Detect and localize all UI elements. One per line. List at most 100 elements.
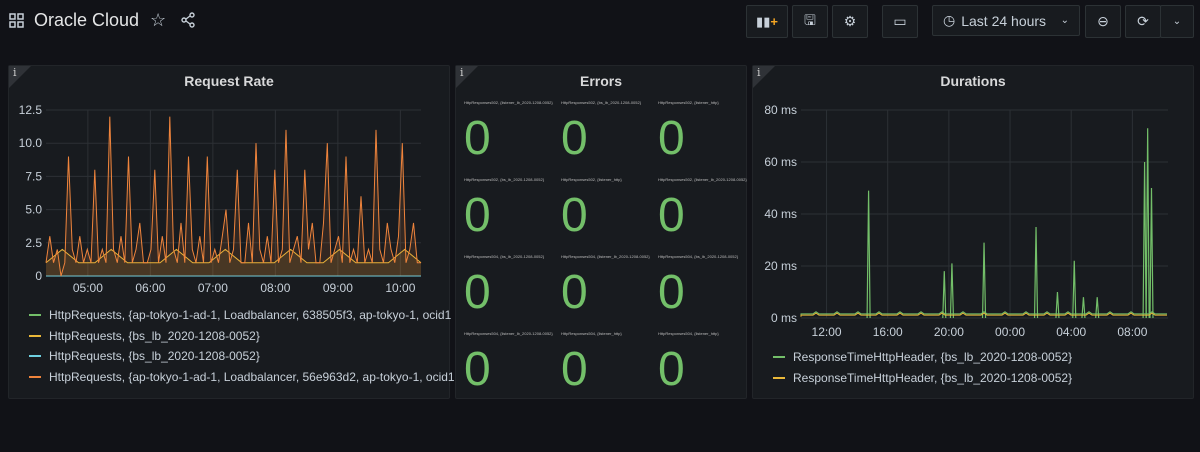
add-panel-icon: ▮▮+ xyxy=(756,13,778,29)
stat-8: HttpResponses504, {bs_lb_2020-1208-0052}… xyxy=(658,254,753,318)
refresh-interval-dropdown[interactable]: ⌄ xyxy=(1160,5,1194,38)
legend-label: ResponseTimeHttpHeader, {bs_lb_2020-1208… xyxy=(793,370,1073,385)
y-tick-label: 60 ms xyxy=(764,155,797,169)
panel-request-rate: i Request Rate 0 2.5 5.0 7.5 10.0 12.5 05:00 06… xyxy=(8,65,455,399)
tv-icon: ▭ xyxy=(893,13,907,29)
request-rate-chart: 0 2.5 5.0 7.5 10.0 12.5 05:00 06:00 07:00 08:00 09… xyxy=(19,103,422,295)
panel-title[interactable]: Durations xyxy=(753,73,1193,89)
stat-label: HttpResponses504, {listener_http} xyxy=(561,331,622,336)
legend-item[interactable]: ResponseTimeHttpHeader, {bs_lb_2020-1208… xyxy=(773,368,1072,389)
zoom-out-icon: ⊖ xyxy=(1097,13,1109,29)
legend: HttpRequests, {ap-tokyo-1-ad-1, Loadbala… xyxy=(29,305,455,387)
x-tick-label: 12:00 xyxy=(812,325,842,339)
stat-label: HttpResponses502, {listener_lb_2020-1208… xyxy=(658,177,747,182)
panel-title[interactable]: Request Rate xyxy=(9,73,449,89)
stat-3: HttpResponses502, {bs_lb_2020-1208-0052}… xyxy=(464,177,559,241)
x-tick-label: 10:00 xyxy=(385,281,415,295)
y-tick-label: 2.5 xyxy=(25,236,42,250)
stat-value: 0 xyxy=(561,189,588,242)
series-spike xyxy=(1033,226,1039,319)
stat-value: 0 xyxy=(464,189,491,242)
stat-value: 0 xyxy=(658,266,685,319)
legend-item[interactable]: HttpRequests, {bs_lb_2020-1208-0052} xyxy=(29,326,455,347)
stat-0: HttpResponses502, {listener_lb_2020-1208… xyxy=(464,100,559,164)
refresh-button[interactable]: ⟳ xyxy=(1125,5,1161,38)
stat-label: HttpResponses504, {bs_lb_2020-1208-0052} xyxy=(658,254,739,259)
stat-label: HttpResponses504, {listener_lb_2020-1208… xyxy=(561,254,650,259)
gear-icon: ⚙ xyxy=(843,13,857,29)
stat-4: HttpResponses502, {listener_http} 0 xyxy=(561,177,656,241)
stat-label: HttpResponses502, {bs_lb_2020-1208-0052} xyxy=(464,177,545,182)
stat-5: HttpResponses502, {listener_lb_2020-1208… xyxy=(658,177,753,241)
x-tick-label: 08:00 xyxy=(260,281,290,295)
y-tick-label: 40 ms xyxy=(764,207,797,221)
x-tick-label: 07:00 xyxy=(198,281,228,295)
legend-item[interactable]: HttpRequests, {ap-tokyo-1-ad-1, Loadbala… xyxy=(29,305,455,326)
stat-value: 0 xyxy=(658,343,685,396)
series-spike xyxy=(1145,128,1150,319)
stat-value: 0 xyxy=(561,343,588,396)
add-panel-button[interactable]: ▮▮+ xyxy=(746,5,788,38)
legend-label: HttpRequests, {ap-tokyo-1-ad-1, Loadbala… xyxy=(49,369,455,384)
y-tick-label: 20 ms xyxy=(764,259,797,273)
legend-item[interactable]: ResponseTimeHttpHeader, {bs_lb_2020-1208… xyxy=(773,347,1072,368)
stat-6: HttpResponses504, {bs_lb_2020-1208-0052}… xyxy=(464,254,559,318)
legend-label: HttpRequests, {bs_lb_2020-1208-0052} xyxy=(49,349,260,364)
chevron-down-icon: ⌄ xyxy=(1060,15,1069,26)
grid-icon[interactable] xyxy=(9,13,24,28)
stat-value: 0 xyxy=(658,189,685,242)
series-spike xyxy=(866,190,871,319)
panel-durations: i Durations 0 ms 20 ms 40 ms 60 ms 80 ms 12:0… xyxy=(752,65,1194,399)
stat-label: HttpResponses504, {listener_lb_2020-1208… xyxy=(464,331,553,336)
stat-label: HttpResponses502, {listener_http} xyxy=(658,100,719,105)
series-spike xyxy=(949,263,955,319)
y-tick-label: 10.0 xyxy=(19,136,43,150)
settings-button[interactable]: ⚙ xyxy=(832,5,868,38)
clock-icon: ◷ xyxy=(943,12,956,28)
time-range-label: Last 24 hours xyxy=(961,12,1047,29)
stat-1: HttpResponses502, {bs_lb_2020-1208-0052}… xyxy=(561,100,656,164)
zoom-out-button[interactable]: ⊖ xyxy=(1085,5,1121,38)
stat-2: HttpResponses502, {listener_http} 0 xyxy=(658,100,753,164)
stat-label: HttpResponses502, {listener_lb_2020-1208… xyxy=(464,100,553,105)
save-button[interactable]: 🖫 xyxy=(792,5,828,38)
stat-label: HttpResponses502, {listener_http} xyxy=(561,177,622,182)
durations-chart: 0 ms 20 ms 40 ms 60 ms 80 ms 12:00 16:00 20:00 0… xyxy=(764,103,1168,339)
dashboard-header: Oracle Cloud ☆ ▮▮+ 🖫 ⚙ ▭ ◷ Last 24 hours ⌄… xyxy=(0,0,1200,44)
x-tick-label: 09:00 xyxy=(323,281,353,295)
y-tick-label: 0 xyxy=(35,269,42,283)
legend: ResponseTimeHttpHeader, {bs_lb_2020-1208… xyxy=(773,347,1072,388)
stat-label: HttpResponses504, {listener_http} xyxy=(658,331,719,336)
stat-value: 0 xyxy=(561,266,588,319)
save-icon: 🖫 xyxy=(804,11,816,28)
x-tick-label: 08:00 xyxy=(1117,325,1147,339)
x-tick-label: 20:00 xyxy=(934,325,964,339)
refresh-icon: ⟳ xyxy=(1137,13,1149,29)
stat-value: 0 xyxy=(658,112,685,165)
stat-7: HttpResponses504, {listener_lb_2020-1208… xyxy=(561,254,656,318)
stat-value: 0 xyxy=(464,343,491,396)
chevron-down-icon: ⌄ xyxy=(1172,16,1182,27)
series-spike xyxy=(1142,161,1147,319)
y-tick-label: 12.5 xyxy=(19,103,43,117)
star-icon[interactable]: ☆ xyxy=(150,10,166,31)
tv-mode-button[interactable]: ▭ xyxy=(882,5,918,38)
x-tick-label: 04:00 xyxy=(1056,325,1086,339)
dashboard-title[interactable]: Oracle Cloud xyxy=(34,10,139,31)
panel-title[interactable]: Errors xyxy=(456,73,746,89)
time-picker[interactable]: ◷ Last 24 hours ⌄ xyxy=(932,5,1080,36)
y-tick-label: 5.0 xyxy=(25,203,42,217)
stat-11: HttpResponses504, {listener_http} 0 xyxy=(658,331,753,395)
stat-value: 0 xyxy=(464,112,491,165)
legend-label: ResponseTimeHttpHeader, {bs_lb_2020-1208… xyxy=(793,350,1073,365)
x-tick-label: 06:00 xyxy=(135,281,165,295)
legend-item[interactable]: HttpRequests, {bs_lb_2020-1208-0052} xyxy=(29,346,455,367)
share-icon[interactable] xyxy=(180,12,196,28)
series-spike xyxy=(942,271,947,319)
series-spike xyxy=(1149,187,1154,319)
legend-item[interactable]: HttpRequests, {ap-tokyo-1-ad-1, Loadbala… xyxy=(29,367,455,388)
series-spike xyxy=(1072,260,1077,319)
y-tick-label: 0 ms xyxy=(771,311,797,325)
x-tick-label: 00:00 xyxy=(995,325,1025,339)
y-tick-label: 80 ms xyxy=(764,103,797,117)
